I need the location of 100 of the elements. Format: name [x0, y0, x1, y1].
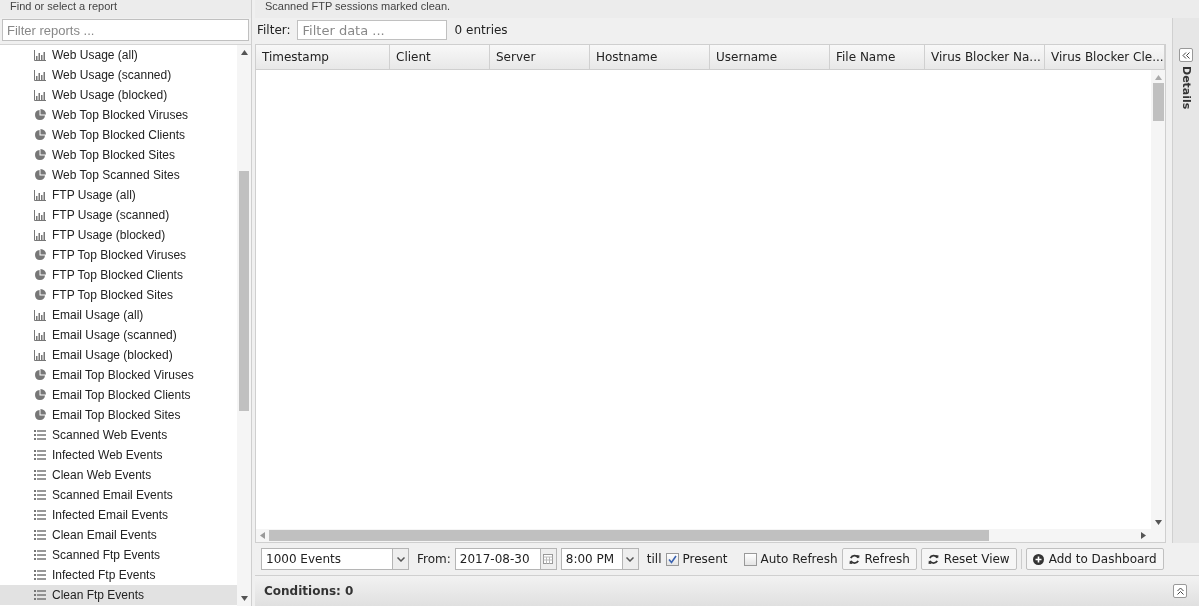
auto-refresh-label: Auto Refresh: [760, 551, 838, 568]
report-label: Email Top Blocked Viruses: [52, 367, 194, 384]
report-list-item[interactable]: FTP Usage (blocked): [0, 225, 237, 245]
bar-chart-icon: [34, 89, 46, 101]
report-list-item[interactable]: Infected Web Events: [0, 445, 237, 465]
filter-data-field[interactable]: Filter data ...: [296, 20, 447, 40]
report-list-item[interactable]: Scanned Email Events: [0, 485, 237, 505]
collapse-button[interactable]: [1173, 584, 1187, 598]
plus-circle-icon: [1032, 553, 1044, 565]
report-list-item[interactable]: Scanned Web Events: [0, 425, 237, 445]
bar-chart-icon: [34, 189, 46, 201]
bar-chart-icon: [34, 69, 46, 81]
report-label: Email Top Blocked Clients: [52, 387, 191, 404]
bar-chart-icon: [34, 349, 46, 361]
column-header[interactable]: Server: [490, 45, 590, 69]
report-label: Infected Web Events: [52, 447, 163, 464]
filter-reports-field[interactable]: Filter reports ...: [2, 19, 249, 41]
list-icon: [34, 430, 46, 440]
column-header[interactable]: File Name: [830, 45, 925, 69]
checkbox[interactable]: [743, 552, 757, 566]
list-icon: [34, 570, 46, 580]
report-label: Web Top Blocked Clients: [52, 127, 185, 144]
report-list-item[interactable]: Web Usage (blocked): [0, 85, 237, 105]
scrollbar-thumb[interactable]: [269, 530, 989, 541]
report-list-item[interactable]: Email Top Blocked Viruses: [0, 365, 237, 385]
report-description: Scanned FTP sessions marked clean.: [255, 0, 1199, 18]
pie-chart-icon: [34, 409, 46, 421]
bar-chart-icon: [34, 309, 46, 321]
bar-chart-icon: [34, 49, 46, 61]
report-label: FTP Top Blocked Viruses: [52, 247, 187, 264]
report-list-item[interactable]: Email Usage (all): [0, 305, 237, 325]
report-list-item[interactable]: Web Top Blocked Clients: [0, 125, 237, 145]
expand-button[interactable]: [1179, 48, 1193, 62]
column-header[interactable]: Client: [390, 45, 490, 69]
double-chevron-up-icon: [1176, 587, 1184, 595]
details-tab[interactable]: Details: [1177, 66, 1195, 110]
report-label: Infected Ftp Events: [52, 567, 156, 584]
report-list-item[interactable]: FTP Usage (scanned): [0, 205, 237, 225]
scrollbar-thumb[interactable]: [239, 171, 249, 411]
report-list-item[interactable]: Clean Email Events: [0, 525, 237, 545]
report-label: FTP Top Blocked Clients: [52, 267, 183, 284]
report-label: Scanned Web Events: [52, 427, 168, 444]
list-icon: [34, 590, 46, 600]
entries-count: 0 entries: [454, 22, 508, 39]
scrollbar-thumb[interactable]: [1152, 83, 1164, 121]
time-dropdown[interactable]: 8:00 PM: [560, 548, 639, 570]
report-label: Email Usage (blocked): [52, 347, 173, 364]
events-limit-dropdown[interactable]: 1000 Events: [261, 548, 409, 570]
report-list-item[interactable]: Infected Email Events: [0, 505, 237, 525]
report-list-item[interactable]: FTP Usage (all): [0, 185, 237, 205]
report-list-item[interactable]: Email Top Blocked Clients: [0, 385, 237, 405]
report-list-item[interactable]: Web Usage (all): [0, 45, 237, 65]
scroll-arrow-icon[interactable]: [240, 49, 248, 56]
caret-icon: [626, 556, 635, 562]
report-label: Infected Email Events: [52, 507, 169, 524]
reset-view-button[interactable]: Reset View: [920, 548, 1017, 570]
report-list-item[interactable]: FTP Top Blocked Viruses: [0, 245, 237, 265]
vertical-scrollbar[interactable]: [237, 45, 251, 606]
report-list-item[interactable]: Clean Web Events: [0, 465, 237, 485]
pie-chart-icon: [34, 169, 46, 181]
list-icon: [34, 490, 46, 500]
scroll-arrow-icon[interactable]: [240, 595, 248, 602]
double-chevron-left-icon: [1182, 51, 1190, 59]
pie-chart-icon: [34, 289, 46, 301]
report-list-item[interactable]: Web Top Scanned Sites: [0, 165, 237, 185]
report-label: FTP Usage (all): [52, 187, 136, 204]
report-list-item[interactable]: Infected Ftp Events: [0, 565, 237, 585]
report-list-item[interactable]: Email Usage (scanned): [0, 325, 237, 345]
report-list-item[interactable]: Scanned Ftp Events: [0, 545, 237, 565]
report-label: FTP Top Blocked Sites: [52, 287, 173, 304]
column-header[interactable]: Virus Blocker Na...: [925, 45, 1045, 69]
report-label: Web Usage (all): [52, 47, 138, 64]
till-label: till: [646, 551, 662, 568]
report-label: Web Top Scanned Sites: [52, 167, 180, 184]
report-list-item[interactable]: Clean Ftp Events: [0, 585, 237, 605]
grid-scrollbar[interactable]: [1151, 70, 1165, 542]
checkbox[interactable]: [665, 552, 679, 566]
refresh-button[interactable]: Refresh: [841, 548, 917, 570]
horizontal-scrollbar[interactable]: [256, 529, 1151, 542]
report-list-item[interactable]: FTP Top Blocked Clients: [0, 265, 237, 285]
report-list-item[interactable]: Web Top Blocked Viruses: [0, 105, 237, 125]
report-label: Clean Web Events: [52, 467, 152, 484]
report-list-item[interactable]: FTP Top Blocked Sites: [0, 285, 237, 305]
report-label: Clean Ftp Events: [52, 587, 145, 604]
pie-chart-icon: [34, 129, 46, 141]
filter-label: Filter:: [257, 22, 291, 39]
column-header[interactable]: Hostname: [590, 45, 710, 69]
refresh-icon: [927, 553, 939, 565]
report-label: Web Top Blocked Viruses: [52, 107, 189, 124]
report-list-item[interactable]: Web Top Blocked Sites: [0, 145, 237, 165]
add-to-dashboard-button[interactable]: Add to Dashboard: [1025, 548, 1164, 570]
date-field[interactable]: 2017-08-30: [454, 548, 557, 570]
column-header[interactable]: Timestamp: [256, 45, 390, 69]
report-list-item[interactable]: Web Usage (scanned): [0, 65, 237, 85]
column-header[interactable]: Virus Blocker Cle...: [1045, 45, 1165, 69]
column-header[interactable]: Username: [710, 45, 830, 69]
report-list-item[interactable]: Email Usage (blocked): [0, 345, 237, 365]
report-list-item[interactable]: Email Top Blocked Sites: [0, 405, 237, 425]
pie-chart-icon: [34, 249, 46, 261]
bar-chart-icon: [34, 329, 46, 341]
